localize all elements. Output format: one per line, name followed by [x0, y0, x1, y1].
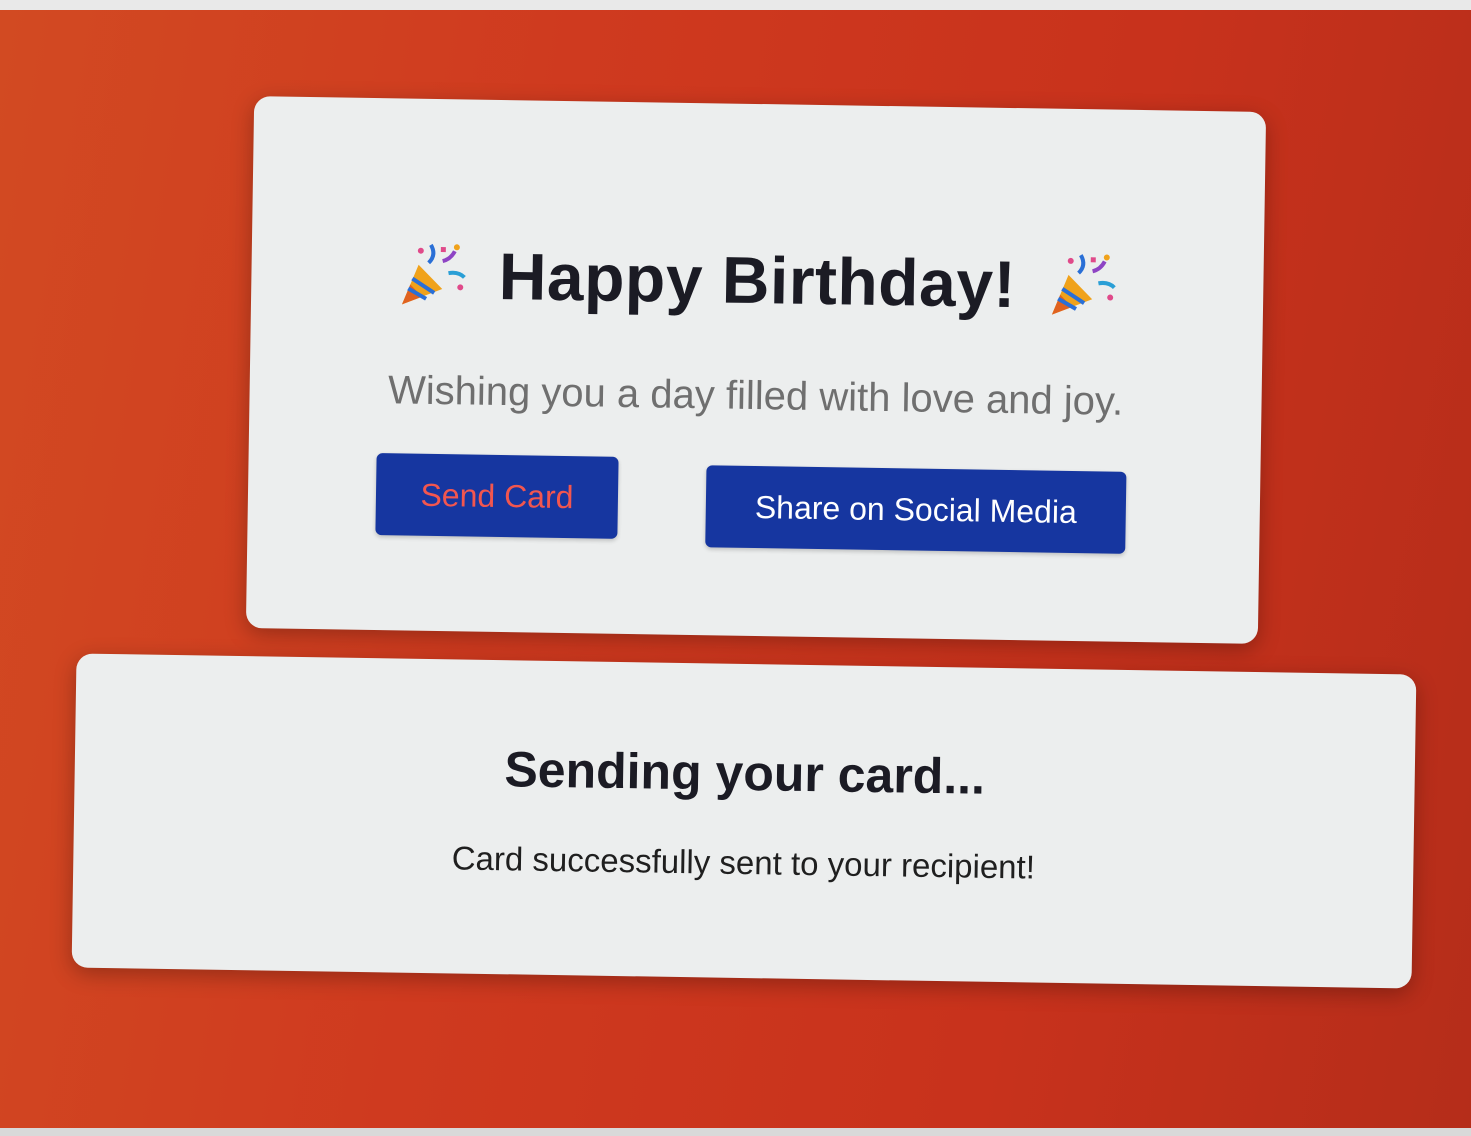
- birthday-card: Happy Birthday! Wishing you a day filled…: [245, 96, 1267, 644]
- send-card-button[interactable]: Send Card: [375, 453, 619, 539]
- party-popper-icon: [396, 238, 469, 311]
- status-message: Card successfully sent to your recipient…: [451, 839, 1036, 886]
- screen-bottom-edge: [0, 1128, 1471, 1136]
- card-title: Happy Birthday!: [498, 238, 1017, 322]
- status-title: Sending your card...: [504, 741, 986, 805]
- share-social-button[interactable]: Share on Social Media: [705, 465, 1127, 554]
- title-row: Happy Birthday!: [251, 234, 1264, 326]
- party-popper-icon: [1045, 249, 1118, 322]
- status-panel: Sending your card... Card successfully s…: [71, 653, 1417, 989]
- screen-top-edge: [0, 0, 1471, 10]
- card-subtitle: Wishing you a day filled with love and j…: [387, 368, 1124, 424]
